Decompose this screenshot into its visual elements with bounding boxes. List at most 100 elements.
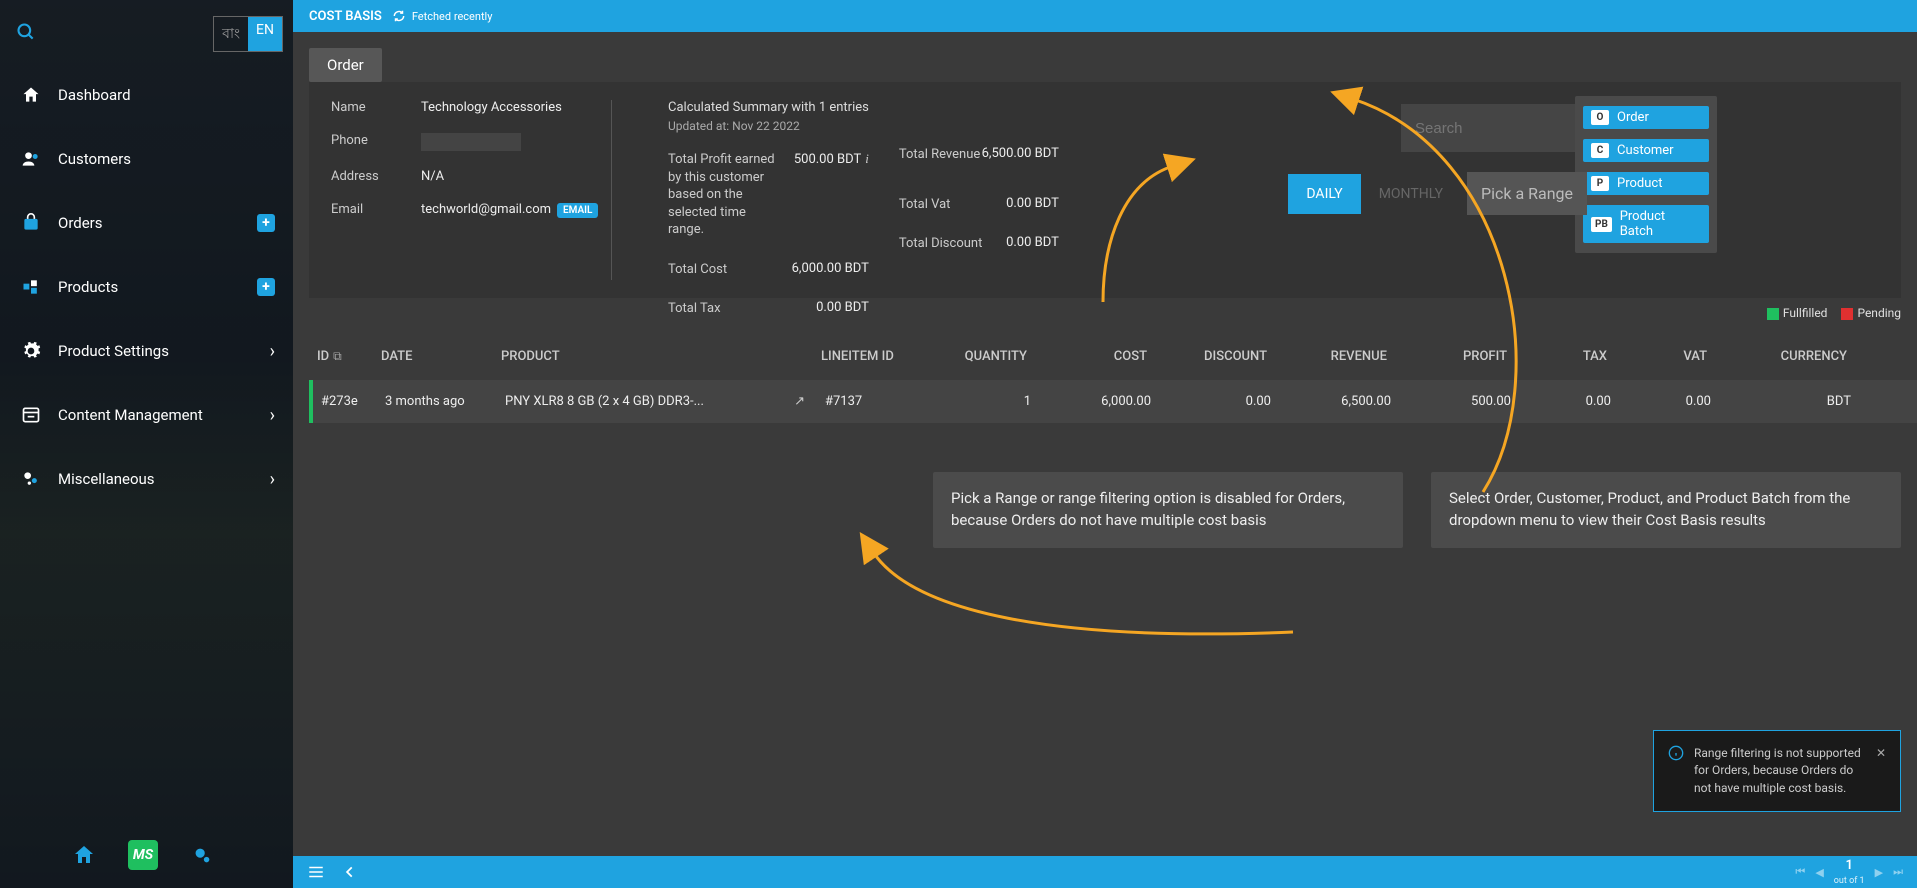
table-row[interactable]: #273e 3 months ago PNY XLR8 8 GB (2 x 4 … bbox=[309, 380, 1917, 423]
chevron-right-icon: › bbox=[270, 341, 275, 362]
name-value: Technology Accessories bbox=[421, 100, 562, 115]
range-pick[interactable]: Pick a Range bbox=[1467, 172, 1587, 215]
entity-dropdown[interactable]: OOrder C Customer P Product PBProduct Batc… bbox=[1575, 96, 1717, 253]
revenue-label: Total Revenue bbox=[899, 146, 980, 164]
email-badge[interactable]: EMAIL bbox=[557, 203, 598, 218]
cell-tax: 0.00 bbox=[1525, 394, 1625, 409]
sidebar-footer: MS bbox=[70, 840, 216, 870]
cell-product: PNY XLR8 8 GB (2 x 4 GB) DDR3-...↗ bbox=[505, 394, 825, 409]
th-qty: QUANTITY bbox=[921, 349, 1041, 364]
nav-label: Orders bbox=[58, 214, 103, 232]
ms-badge[interactable]: MS bbox=[128, 840, 158, 870]
info-icon[interactable]: i bbox=[865, 151, 869, 166]
dropdown-item-order[interactable]: OOrder bbox=[1583, 106, 1709, 129]
entity-pill: Order bbox=[309, 48, 382, 82]
cost-value: 6,000.00 BDT bbox=[792, 261, 869, 276]
nav-miscellaneous[interactable]: Miscellaneous › bbox=[0, 454, 293, 504]
vat-value: 0.00 BDT bbox=[1006, 196, 1059, 211]
email-value: techworld@gmail.comEMAIL bbox=[421, 202, 598, 217]
address-label: Address bbox=[331, 169, 421, 184]
external-link-icon[interactable]: ↗ bbox=[794, 394, 805, 409]
back-icon[interactable] bbox=[343, 865, 357, 879]
divider bbox=[611, 100, 612, 280]
fetched-text: Fetched recently bbox=[412, 10, 493, 23]
close-icon[interactable]: ✕ bbox=[1876, 745, 1886, 762]
cell-currency: BDT bbox=[1725, 394, 1865, 409]
add-product-button[interactable]: + bbox=[257, 278, 275, 296]
search-icon[interactable] bbox=[12, 18, 40, 46]
email-label: Email bbox=[331, 202, 421, 217]
page-last-icon[interactable]: ⏭ bbox=[1893, 865, 1903, 879]
th-revenue: REVENUE bbox=[1281, 349, 1401, 364]
page-next-icon[interactable]: ▶ bbox=[1875, 866, 1883, 879]
products-icon bbox=[20, 276, 42, 298]
th-id: ID⧉ bbox=[317, 349, 381, 364]
callout-dropdown: Select Order, Customer, Product, and Pro… bbox=[1431, 472, 1901, 548]
sidebar: বাং EN Dashboard Customers Orders + Prod… bbox=[0, 0, 293, 888]
phone-label: Phone bbox=[331, 133, 421, 151]
info-icon bbox=[1668, 745, 1684, 766]
summary-head: Calculated Summary with 1 entries bbox=[668, 100, 869, 115]
home-icon bbox=[20, 84, 42, 106]
cell-revenue: 6,500.00 bbox=[1285, 394, 1405, 409]
nav-products[interactable]: Products + bbox=[0, 262, 293, 312]
th-currency: CURRENCY bbox=[1721, 349, 1861, 364]
nav-dashboard[interactable]: Dashboard bbox=[0, 70, 293, 120]
cost-basis-table: ID⧉ DATE PRODUCT LINEITEM ID QUANTITY CO… bbox=[309, 332, 1917, 423]
bottombar: ⏮ ◀ 1out of 1 ▶ ⏭ bbox=[293, 856, 1917, 888]
dd-badge: P bbox=[1591, 176, 1609, 191]
nav-label: Customers bbox=[58, 150, 131, 168]
topbar: COST BASIS Fetched recently bbox=[293, 0, 1917, 32]
th-product: PRODUCT bbox=[501, 349, 821, 364]
nav-label: Content Management bbox=[58, 406, 203, 424]
legend: Fullfilled Pending bbox=[1767, 306, 1901, 320]
dd-label: Product bbox=[1617, 176, 1662, 191]
content-icon bbox=[20, 404, 42, 426]
search-input[interactable] bbox=[1401, 104, 1577, 152]
cell-lineitem: #7137 bbox=[825, 394, 925, 409]
profit-label: Total Profit earned by this customer bas… bbox=[668, 151, 778, 239]
phone-value-empty bbox=[421, 133, 521, 151]
th-discount: DISCOUNT bbox=[1161, 349, 1281, 364]
summary-updated: Updated at: Nov 22 2022 bbox=[668, 119, 869, 133]
dd-badge: PB bbox=[1591, 217, 1612, 232]
dropdown-item-product[interactable]: P Product bbox=[1583, 172, 1709, 195]
revenue-value: 6,500.00 BDT bbox=[982, 146, 1059, 161]
dd-badge: C bbox=[1591, 143, 1609, 158]
nav-content-management[interactable]: Content Management › bbox=[0, 390, 293, 440]
legend-fulfilled: Fullfilled bbox=[1767, 306, 1828, 320]
lang-en[interactable]: EN bbox=[248, 17, 282, 51]
th-profit: PROFIT bbox=[1401, 349, 1521, 364]
dropdown-item-customer[interactable]: C Customer bbox=[1583, 139, 1709, 162]
table-header: ID⧉ DATE PRODUCT LINEITEM ID QUANTITY CO… bbox=[309, 332, 1917, 380]
th-cost: COST bbox=[1041, 349, 1161, 364]
nav-customers[interactable]: Customers bbox=[0, 134, 293, 184]
th-lineitem: LINEITEM ID bbox=[821, 349, 921, 364]
language-switcher[interactable]: বাং EN bbox=[213, 16, 283, 52]
legend-pending: Pending bbox=[1841, 306, 1901, 320]
page-prev-icon[interactable]: ◀ bbox=[1815, 866, 1823, 879]
hamburger-icon[interactable] bbox=[307, 863, 325, 881]
nav-product-settings[interactable]: Product Settings › bbox=[0, 326, 293, 376]
settings-footer-icon[interactable] bbox=[188, 841, 216, 869]
cell-vat: 0.00 bbox=[1625, 394, 1725, 409]
page-total: out of 1 bbox=[1834, 876, 1865, 886]
range-daily[interactable]: DAILY bbox=[1288, 174, 1360, 214]
nav-label: Miscellaneous bbox=[58, 470, 155, 488]
dropdown-item-product-batch[interactable]: PBProduct Batch bbox=[1583, 205, 1709, 243]
dd-label: Customer bbox=[1617, 143, 1674, 158]
add-order-button[interactable]: + bbox=[257, 214, 275, 232]
lang-bn[interactable]: বাং bbox=[214, 17, 248, 51]
range-monthly[interactable]: MONTHLY bbox=[1361, 174, 1461, 214]
misc-icon bbox=[20, 468, 42, 490]
dd-label: Order bbox=[1617, 110, 1649, 125]
refresh-status[interactable]: Fetched recently bbox=[392, 9, 493, 23]
toast-notification: Range filtering is not supported for Ord… bbox=[1653, 730, 1901, 812]
copy-icon[interactable]: ⧉ bbox=[333, 349, 342, 363]
home-footer-icon[interactable] bbox=[70, 841, 98, 869]
cell-discount: 0.00 bbox=[1165, 394, 1285, 409]
page-first-icon[interactable]: ⏮ bbox=[1795, 865, 1805, 879]
cost-label: Total Cost bbox=[668, 261, 727, 279]
swatch-red bbox=[1841, 308, 1853, 320]
nav-orders[interactable]: Orders + bbox=[0, 198, 293, 248]
